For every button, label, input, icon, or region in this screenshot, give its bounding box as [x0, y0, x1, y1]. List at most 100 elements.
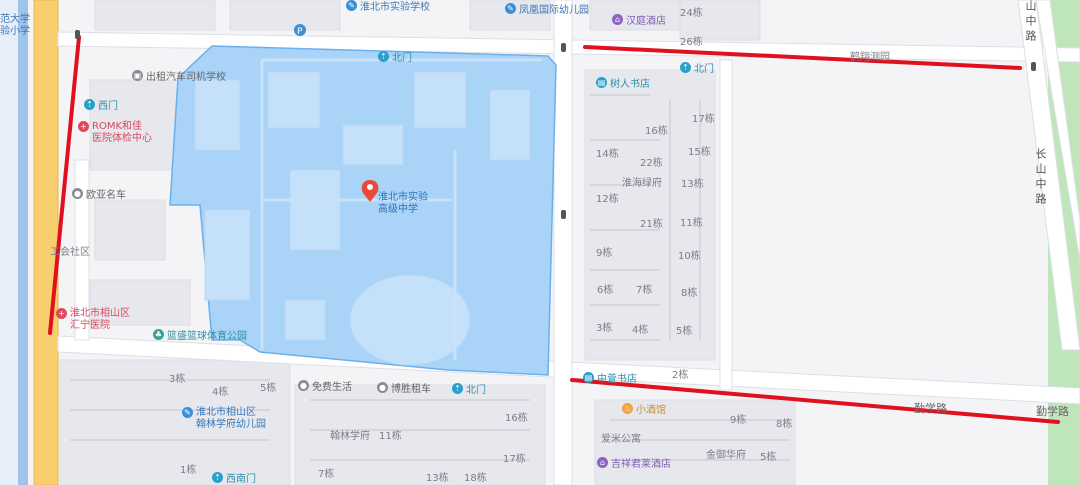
building-label: 26栋 — [680, 37, 703, 48]
building-block — [229, 0, 341, 31]
building-label: 17栋 — [503, 454, 526, 465]
road-label-qinxue: 勤学路 — [914, 402, 947, 415]
building-label: 14栋 — [596, 149, 619, 160]
building-block — [94, 199, 166, 261]
gate-icon: ⇡ — [84, 99, 95, 110]
poi-north-gate-east[interactable]: ⇡ 北门 — [680, 60, 714, 75]
school-building — [489, 89, 531, 161]
poi-hanting-hotel[interactable]: ⌂ 汉庭酒店 — [612, 12, 666, 27]
school-north-gate[interactable]: ⇡ 北门 — [378, 49, 412, 64]
building-label: 9栋 — [596, 248, 613, 259]
traffic-light-icon — [561, 210, 566, 219]
poi-shuren-bookstore[interactable]: ▤ 树人书店 — [596, 75, 650, 90]
gate-icon: ⇡ — [452, 383, 463, 394]
parking-letter: P — [297, 27, 303, 37]
school-building — [194, 79, 241, 151]
building-label: 5栋 — [260, 383, 277, 394]
hospital-icon: + — [78, 121, 89, 132]
building-label: 8栋 — [681, 288, 698, 299]
building-label: 13栋 — [426, 473, 449, 484]
poi-xiaojiuguan[interactable]: ♨ 小酒馆 — [622, 401, 666, 416]
school-name-line1: 淮北市实验 — [378, 192, 428, 203]
poi-taxi-driving-school[interactable]: ▣ 出租汽车司机学校 — [132, 68, 226, 83]
poi-romk-clinic[interactable]: + ROMK和佳 医院体检中心 — [78, 121, 152, 145]
building-label: 3栋 — [596, 323, 613, 334]
shop-icon: ● — [298, 380, 309, 391]
area-label: 爱米公寓 — [601, 434, 641, 445]
traffic-light-icon — [561, 43, 566, 52]
building-label: 10栋 — [678, 251, 701, 262]
building-label: 5栋 — [676, 326, 693, 337]
building-label: 1栋 — [180, 465, 197, 476]
poi-jixiang-hotel[interactable]: ⌂ 吉祥君莱酒店 — [597, 455, 671, 470]
area-label: 鹤翔测园 — [850, 52, 890, 63]
sports-field — [349, 274, 471, 366]
building-label: 5栋 — [760, 452, 777, 463]
school-icon: ▣ — [132, 70, 143, 81]
school-icon: ✎ — [505, 3, 516, 14]
poi-west-gate[interactable]: ⇡ 西门 — [84, 97, 118, 112]
poi-hanlin-kindergarten[interactable]: ✎ 淮北市相山区 翰林学府幼儿园 — [182, 407, 266, 431]
hotel-icon: ⌂ — [597, 457, 608, 468]
park-icon: ♣ — [153, 329, 164, 340]
building-label: 12栋 — [596, 194, 619, 205]
poi-huining-hospital[interactable]: + 淮北市相山区 汇宁医院 — [56, 308, 130, 332]
school-building — [413, 71, 467, 129]
school-building — [289, 169, 341, 251]
hotel-icon: ⌂ — [612, 14, 623, 25]
poi-south-west-gate[interactable]: ⇡ 西南门 — [212, 470, 256, 485]
school-building — [284, 299, 326, 341]
area-label: 翰林学府 — [330, 431, 370, 442]
street-vertical — [553, 0, 573, 485]
school-building — [342, 124, 404, 166]
building-label: 2栋 — [672, 370, 689, 381]
building-label: 15栋 — [688, 147, 711, 158]
building-label: 7栋 — [636, 285, 653, 296]
road-label-qinxue: 勤学路 — [1036, 405, 1069, 418]
bar-icon: ♨ — [622, 403, 633, 414]
poi-experimental-school[interactable]: ✎ 淮北市实验学校 — [346, 0, 430, 13]
poi-mianfei[interactable]: ● 免费生活 — [298, 378, 352, 393]
poi-bosheng-car[interactable]: ● 博胜租车 — [377, 380, 431, 395]
school-icon: ✎ — [346, 0, 357, 11]
building-label: 11栋 — [379, 431, 402, 442]
building-label: 3栋 — [169, 374, 186, 385]
building-label: 4栋 — [632, 325, 649, 336]
gate-icon: ⇡ — [212, 472, 223, 483]
poi-fenghuang-kindergarten[interactable]: ✎ 凤凰国际幼儿园 — [505, 1, 589, 16]
building-label: 8栋 — [776, 419, 793, 430]
bookstore-icon: ▤ — [596, 77, 607, 88]
poi-north-gate-south[interactable]: ⇡ 北门 — [452, 381, 486, 396]
poi-ouya-cars[interactable]: ● 欧亚名车 — [72, 186, 126, 201]
school-label[interactable]: 淮北市实验 高级中学 — [378, 192, 438, 216]
map-canvas[interactable]: P 淮北市实验 高级中学 范大学 验小学 ✎ 淮北市实验学校 ✎ 凤凰国际幼儿园… — [0, 0, 1080, 485]
building-label: 16栋 — [505, 413, 528, 424]
building-label: 21栋 — [640, 219, 663, 230]
school-name-line2: 高级中学 — [378, 204, 418, 215]
school-icon: ✎ — [182, 407, 193, 418]
bookstore-icon: ▤ — [583, 372, 594, 383]
building-label: 9栋 — [730, 415, 747, 426]
traffic-light-icon — [75, 30, 80, 39]
building-label: 24栋 — [680, 8, 703, 19]
canal — [18, 0, 28, 485]
gate-icon: ⇡ — [378, 51, 389, 62]
building-label: 17栋 — [692, 114, 715, 125]
school-building — [267, 71, 321, 129]
poi-zhongxuan-bookstore[interactable]: ▤ 中萱书店 — [583, 370, 637, 385]
building-label: 11栋 — [680, 218, 703, 229]
building-block — [94, 0, 216, 31]
poi-park[interactable]: ♣ 篮盛篮球体育公园 — [153, 327, 247, 342]
traffic-light-icon — [1031, 62, 1036, 71]
hospital-icon: + — [56, 308, 67, 319]
road-label-changshan-top: 山中路 — [1024, 0, 1037, 45]
street-east — [719, 59, 733, 391]
area-label: 工会社区 — [50, 247, 90, 258]
car-icon: ● — [72, 188, 83, 199]
car-icon: ● — [377, 382, 388, 393]
building-label: 22栋 — [640, 158, 663, 169]
building-label: 6栋 — [597, 285, 614, 296]
area-label: 验小学 — [0, 26, 30, 37]
area-label: 淮海绿府 — [622, 178, 662, 189]
building-label: 16栋 — [645, 126, 668, 137]
